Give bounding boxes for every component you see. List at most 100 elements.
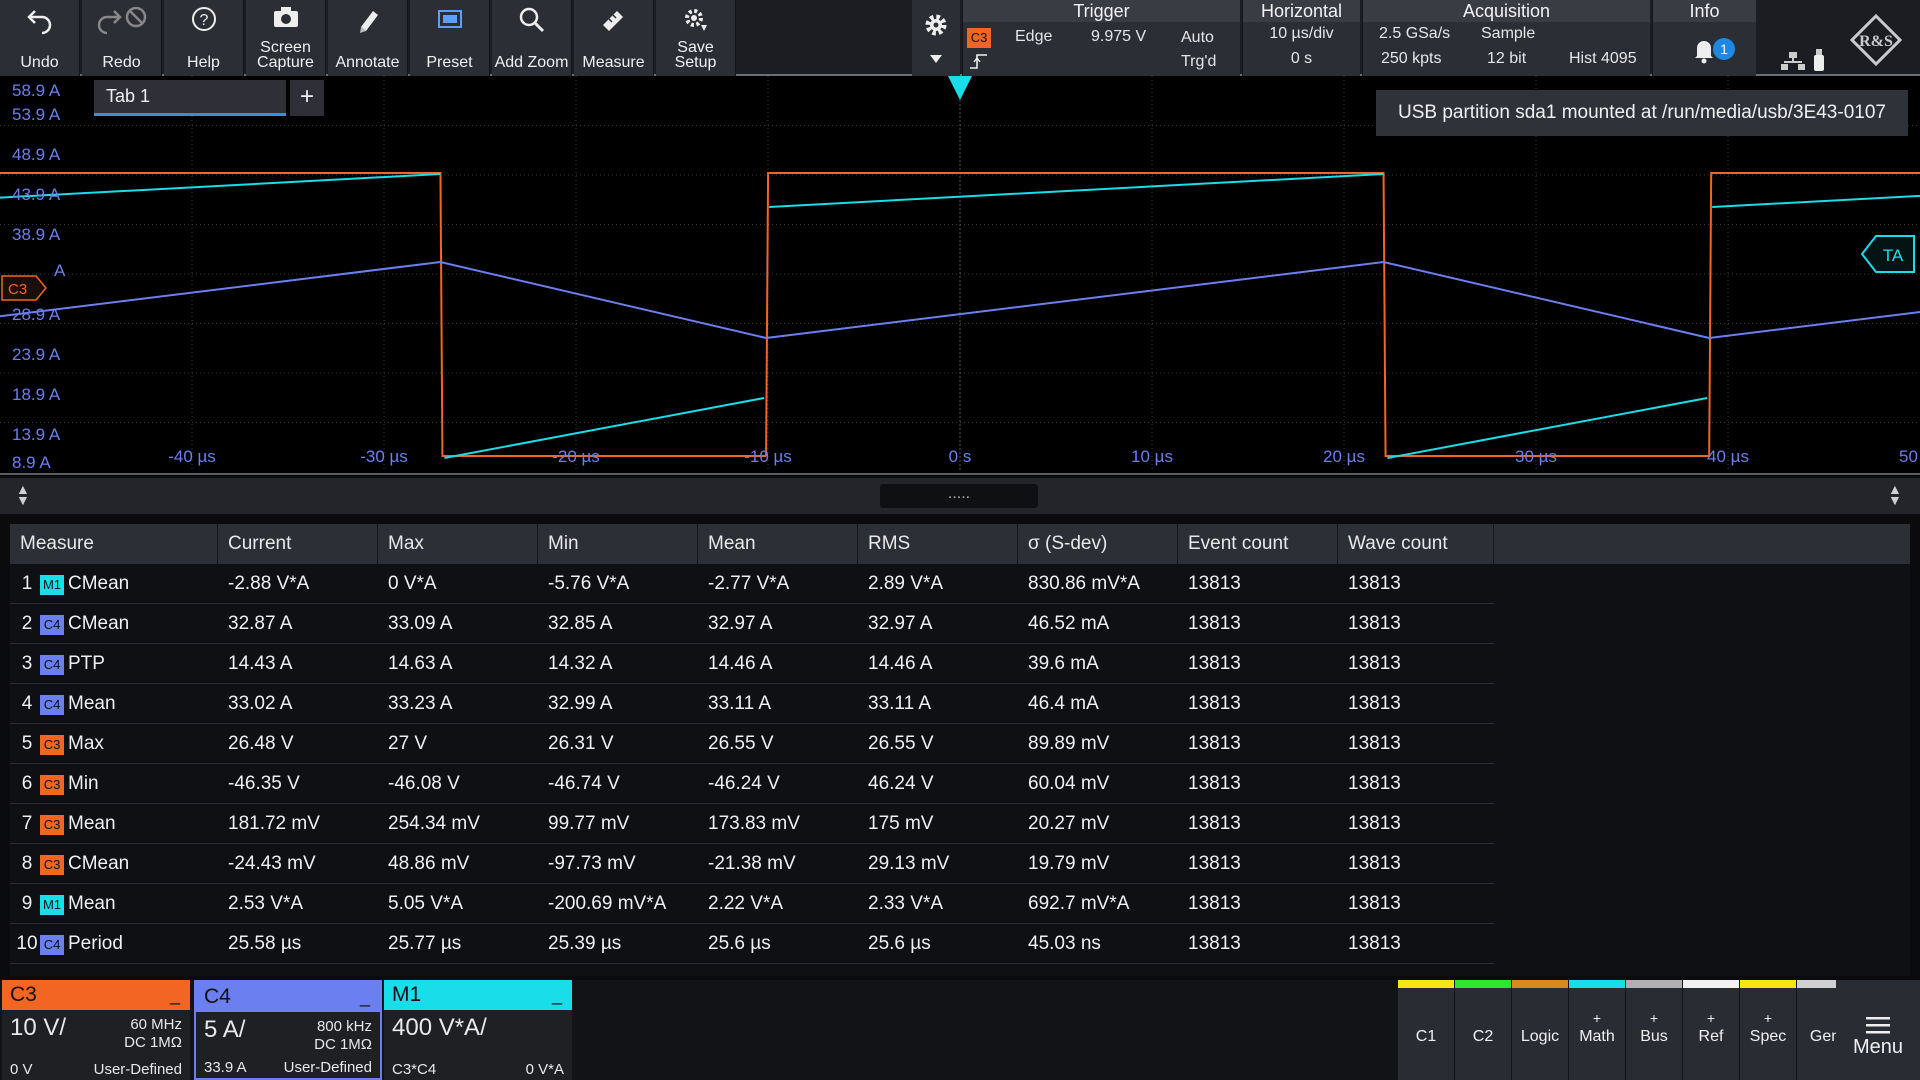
cell-mean: 26.55 V: [708, 733, 774, 754]
table-row[interactable]: 1 M1 CMean -2.88 V*A 0 V*A -5.76 V*A -2.77 V*A…: [10, 564, 1494, 604]
color-bar: [1569, 980, 1625, 988]
cell-events: 13813: [1188, 613, 1241, 634]
column-header[interactable]: Max: [378, 524, 538, 564]
panel-divider[interactable]: ▲ ▼ ..... ▲ ▼: [0, 478, 1920, 514]
measure-button[interactable]: Measure: [574, 0, 654, 76]
cell-waves: 13813: [1348, 653, 1401, 674]
table-row[interactable]: 10 C4 Period 25.58 µs 25.77 µs 25.39 µs 25.6 µ…: [10, 924, 1494, 964]
cell-events: 13813: [1188, 653, 1241, 674]
acquisition-panel[interactable]: Acquisition 2.5 GSa/s Sample 250 kpts 12…: [1362, 0, 1650, 76]
settings-button[interactable]: [912, 0, 960, 76]
table-row[interactable]: 4 C4 Mean 33.02 A 33.23 A 32.99 A 33.11 A 33.11…: [10, 684, 1494, 724]
cell-max: 48.86 mV: [388, 853, 470, 874]
signal-button-spec[interactable]: + Spec: [1740, 980, 1796, 1080]
table-row[interactable]: 6 C3 Min -46.35 V -46.08 V -46.74 V -46.24 V 46…: [10, 764, 1494, 804]
undo-label: Undo: [20, 54, 59, 71]
cell-max: 33.23 A: [388, 693, 453, 714]
c3-bandwidth: 60 MHz: [130, 1016, 182, 1033]
annotate-button[interactable]: Annotate: [328, 0, 408, 76]
preset-button[interactable]: Preset: [410, 0, 490, 76]
signal-button-label: C2: [1472, 1028, 1494, 1045]
signal-button-math[interactable]: + Math: [1569, 980, 1625, 1080]
c4-offset: 33.9 A: [204, 1059, 247, 1076]
plus-icon: +: [1649, 1010, 1659, 1026]
y-axis-label: 53.9 A: [12, 105, 61, 124]
tab-1[interactable]: Tab 1: [94, 80, 286, 116]
cell-max: 25.77 µs: [388, 933, 462, 954]
chevron-down-icon: [930, 55, 942, 63]
measure-name: CMean: [68, 853, 130, 874]
usb-notification: USB partition sda1 mounted at /run/media…: [1376, 90, 1908, 136]
column-header[interactable]: Wave count: [1338, 524, 1494, 564]
save-setup-button[interactable]: Save Setup: [656, 0, 736, 76]
divider-grip[interactable]: .....: [880, 484, 1038, 508]
m1-label: M1: [392, 983, 422, 1006]
minimize-icon[interactable]: _: [170, 980, 180, 1010]
column-header[interactable]: Current: [218, 524, 378, 564]
info-panel[interactable]: Info 1: [1652, 0, 1756, 76]
column-header[interactable]: Event count: [1178, 524, 1338, 564]
minimize-icon[interactable]: _: [360, 982, 370, 1012]
cell-rms: 33.11 A: [868, 693, 932, 714]
column-header[interactable]: Min: [538, 524, 698, 564]
c4-scale: 5 A/: [204, 1016, 246, 1043]
table-row[interactable]: 8 C3 CMean -24.43 mV 48.86 mV -97.73 mV -21.38…: [10, 844, 1494, 884]
camera-icon: [273, 7, 298, 27]
table-row[interactable]: 2 C4 CMean 32.87 A 33.09 A 32.85 A 32.97 A 32.9…: [10, 604, 1494, 644]
column-header[interactable]: σ (S-dev): [1018, 524, 1178, 564]
trigger-state: Trg'd: [1181, 53, 1217, 70]
channel-c3-box[interactable]: C3 _ 10 V/ 60 MHz DC 1MΩ 0 V User-Defined: [2, 980, 190, 1080]
cell-max: 0 V*A: [388, 573, 437, 594]
table-row[interactable]: 9 M1 Mean 2.53 V*A 5.05 V*A -200.69 mV*A 2.22 …: [10, 884, 1494, 924]
save-setup-label: Save Setup: [674, 39, 717, 71]
column-header[interactable]: Mean: [698, 524, 858, 564]
resize-arrows-right-icon[interactable]: ▲ ▼: [1888, 482, 1902, 507]
preset-label: Preset: [426, 54, 473, 71]
trigger-position-marker: [948, 76, 972, 100]
gear-icon: [925, 14, 947, 36]
help-button[interactable]: ? Help: [164, 0, 244, 76]
signal-button-ref[interactable]: + Ref: [1683, 980, 1739, 1080]
cell-sdev: 60.04 mV: [1028, 773, 1110, 794]
bell-icon: [1695, 41, 1713, 64]
measure-name: Min: [68, 773, 99, 794]
measurement-table: Measure Current Max Min Mean RMS σ (S-dev) Even…: [10, 524, 1910, 976]
column-header[interactable]: RMS: [858, 524, 1018, 564]
x-axis-label: -10 µs: [744, 447, 792, 466]
c4-coupling: DC 1MΩ: [314, 1036, 372, 1053]
channel-c4-box[interactable]: C4 _ 5 A/ 800 kHz DC 1MΩ 33.9 A User-Defin…: [194, 980, 382, 1080]
channel-m1-box[interactable]: M1 _ 400 V*A/ C3*C4 0 V*A: [384, 980, 572, 1080]
horizontal-panel[interactable]: Horizontal 10 µs/div 0 s: [1242, 0, 1360, 76]
acquisition-hist: Hist 4095: [1569, 50, 1637, 67]
undo-button[interactable]: Undo: [0, 0, 80, 76]
redo-button[interactable]: Redo: [82, 0, 162, 76]
y-axis-label: 23.9 A: [12, 345, 61, 364]
m1-expression: C3*C4: [392, 1061, 437, 1078]
signal-button-c2[interactable]: C2: [1455, 980, 1511, 1080]
row-number: 3: [21, 653, 33, 674]
waveform-area[interactable]: 58.9 A 53.9 A 48.9 A 43.9 A 38.9 A A 28.9 A 23.…: [0, 76, 1920, 476]
signal-button-logic[interactable]: Logic: [1512, 980, 1568, 1080]
signal-button-c1[interactable]: C1: [1398, 980, 1454, 1080]
signal-button-bus[interactable]: + Bus: [1626, 980, 1682, 1080]
trigger-panel[interactable]: Trigger C3 Edge 9.975 V Auto Trg'd: [962, 0, 1240, 76]
minimize-icon[interactable]: _: [552, 980, 562, 1010]
cell-rms: 2.33 V*A: [868, 893, 943, 914]
table-row[interactable]: 7 C3 Mean 181.72 mV 254.34 mV 99.77 mV 173.83 …: [10, 804, 1494, 844]
y-axis-label: 28.9 A: [12, 305, 61, 324]
column-header[interactable]: Measure: [10, 524, 218, 564]
acquisition-sample-rate: 2.5 GSa/s: [1379, 25, 1451, 42]
table-row[interactable]: 5 C3 Max 26.48 V 27 V 26.31 V 26.55 V 26.55 V 89…: [10, 724, 1494, 764]
menu-button[interactable]: Menu: [1836, 980, 1920, 1080]
cell-sdev: 39.6 mA: [1028, 653, 1099, 674]
cell-min: -46.74 V: [548, 773, 620, 794]
resize-arrows-icon[interactable]: ▲ ▼: [16, 482, 30, 507]
add-zoom-button[interactable]: Add Zoom: [492, 0, 572, 76]
screen-capture-button[interactable]: Screen Capture: [246, 0, 326, 76]
row-number: 1: [21, 573, 33, 594]
table-row[interactable]: 3 C4 PTP 14.43 A 14.63 A 14.32 A 14.46 A 14.46 …: [10, 644, 1494, 684]
add-tab-button[interactable]: +: [290, 80, 324, 116]
trigger-mode: Auto: [1181, 29, 1214, 46]
cell-waves: 13813: [1348, 613, 1401, 634]
save-setup-icon: [684, 9, 707, 31]
